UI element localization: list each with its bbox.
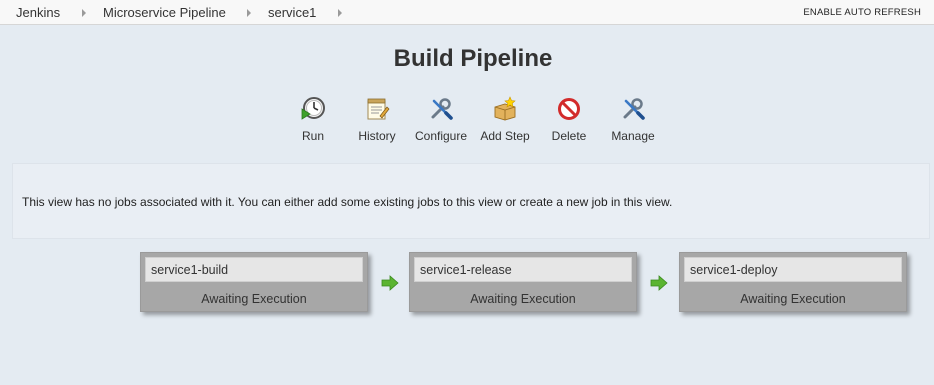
breadcrumb-separator-icon bbox=[82, 9, 86, 17]
run-label: Run bbox=[301, 129, 324, 143]
stage-name-link[interactable]: service1-deploy bbox=[684, 257, 902, 282]
stage-status: Awaiting Execution bbox=[740, 292, 846, 306]
pipeline-stage-deploy: service1-deploy Awaiting Execution bbox=[679, 252, 907, 312]
configure-label: Configure bbox=[414, 129, 468, 143]
breadcrumb-bar: Jenkins Microservice Pipeline service1 E… bbox=[0, 0, 934, 25]
add-step-label: Add Step bbox=[480, 129, 530, 143]
stage-status: Awaiting Execution bbox=[201, 292, 307, 306]
stage-name-link[interactable]: service1-release bbox=[414, 257, 632, 282]
pipeline-arrow-icon bbox=[650, 275, 668, 291]
notepad-icon bbox=[367, 98, 390, 120]
run-button[interactable]: Run bbox=[278, 96, 348, 143]
page-title: Build Pipeline bbox=[393, 45, 553, 72]
breadcrumb-jenkins[interactable]: Jenkins bbox=[16, 5, 60, 20]
history-button[interactable]: History bbox=[342, 96, 412, 143]
pipeline-stage-release: service1-release Awaiting Execution bbox=[409, 252, 637, 312]
manage-label: Manage bbox=[611, 129, 655, 143]
wrench-screwdriver-icon bbox=[431, 98, 453, 120]
configure-button[interactable]: Configure bbox=[406, 96, 476, 143]
pipeline-stage-build: service1-build Awaiting Execution bbox=[140, 252, 368, 312]
breadcrumb-separator-icon bbox=[338, 9, 342, 17]
stage-status: Awaiting Execution bbox=[470, 292, 576, 306]
breadcrumb-service1[interactable]: service1 bbox=[268, 5, 316, 20]
no-jobs-message: This view has no jobs associated with it… bbox=[22, 195, 673, 209]
manage-button[interactable]: Manage bbox=[598, 96, 668, 143]
stage-name-link[interactable]: service1-build bbox=[145, 257, 363, 282]
wrench-screwdriver-icon bbox=[623, 98, 645, 120]
no-entry-icon bbox=[558, 98, 580, 120]
package-star-icon bbox=[494, 96, 516, 121]
run-clock-icon bbox=[301, 97, 325, 120]
info-message-box: This view has no jobs associated with it… bbox=[12, 163, 930, 239]
pipeline-arrow-icon bbox=[381, 275, 399, 291]
history-label: History bbox=[358, 129, 396, 143]
breadcrumb-microservice-pipeline[interactable]: Microservice Pipeline bbox=[103, 5, 226, 20]
enable-auto-refresh-link[interactable]: ENABLE AUTO REFRESH bbox=[803, 7, 921, 18]
delete-button[interactable]: Delete bbox=[534, 96, 604, 143]
add-step-button[interactable]: Add Step bbox=[470, 96, 540, 143]
breadcrumb-separator-icon bbox=[247, 9, 251, 17]
delete-label: Delete bbox=[551, 129, 587, 143]
